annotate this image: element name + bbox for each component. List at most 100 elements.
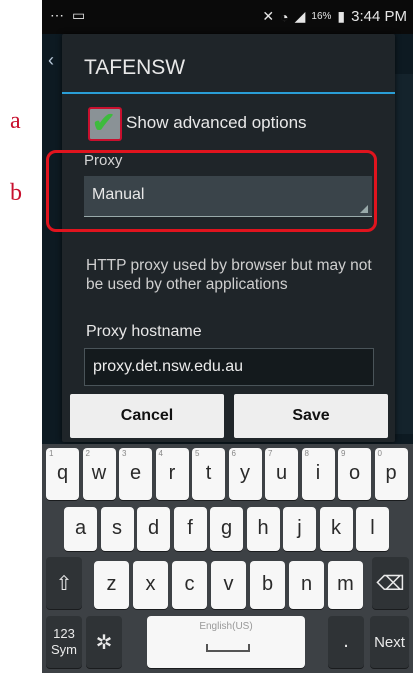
key-hint: 9: [341, 449, 346, 458]
symbols-key[interactable]: 123 Sym: [46, 616, 82, 668]
battery-percent: 16%: [311, 11, 332, 22]
key-label: z: [106, 573, 117, 595]
shift-arrow-icon: ⇧: [55, 573, 73, 595]
key-label: d: [147, 517, 160, 539]
proxy-label: Proxy: [84, 152, 123, 169]
key-d[interactable]: d: [137, 507, 170, 551]
key-v[interactable]: v: [211, 561, 246, 609]
wifi-settings-dialog: TAFENSW ✔ Show advanced options Proxy Ma…: [46, 34, 395, 442]
image-icon: ▭: [72, 7, 86, 23]
key-label: p: [385, 462, 397, 484]
proxy-hostname-value: proxy.det.nsw.edu.au: [93, 358, 244, 375]
key-label: k: [331, 517, 341, 539]
back-arrow-icon: ‹: [48, 50, 54, 70]
proxy-hostname-label: Proxy hostname: [86, 323, 202, 340]
proxy-dropdown[interactable]: Manual: [84, 176, 372, 217]
key-hint: 2: [85, 449, 90, 458]
key-label: g: [220, 517, 233, 539]
key-l[interactable]: l: [356, 507, 389, 551]
dots-icon: ⋯: [50, 7, 64, 23]
clock: 3:44 PM: [351, 8, 407, 25]
backspace-icon: ⌫: [376, 573, 405, 595]
key-hint: 0: [377, 449, 382, 458]
mute-icon: ✕: [262, 8, 275, 24]
key-g[interactable]: g: [210, 507, 243, 551]
show-advanced-label[interactable]: Show advanced options: [126, 113, 307, 133]
key-hint: 8: [304, 449, 309, 458]
key-hint: 7: [268, 449, 273, 458]
key-label: e: [129, 462, 142, 484]
key-u[interactable]: 7u: [265, 448, 298, 500]
space-key[interactable]: English(US): [147, 616, 305, 668]
shift-key[interactable]: ⇧: [46, 557, 82, 609]
next-key-label: Next: [374, 634, 405, 651]
period-key[interactable]: .: [328, 616, 364, 668]
proxy-dropdown-value: Manual: [92, 186, 145, 203]
proxy-hostname-input[interactable]: proxy.det.nsw.edu.au: [84, 348, 374, 386]
space-bar-icon: [206, 644, 250, 652]
soft-keyboard: 1q2w3e4r5t6y7u8i9o0p asdfghjkl zxcvbnm ⇧…: [42, 444, 413, 673]
key-label: u: [275, 462, 288, 484]
key-label: s: [112, 517, 122, 539]
symbols-key-label-2: Sym: [51, 642, 77, 657]
key-j[interactable]: j: [283, 507, 316, 551]
key-label: c: [184, 573, 195, 595]
key-p[interactable]: 0p: [374, 448, 408, 500]
backspace-key[interactable]: ⌫: [372, 557, 409, 609]
wifi-icon: ◔: [280, 8, 289, 25]
gear-icon: ✲: [95, 632, 113, 654]
key-f[interactable]: f: [173, 507, 207, 551]
status-bar: ⋯ ▭ ✕ ◔ ◢ 16% ▮ 3:44 PM: [42, 0, 413, 34]
key-y[interactable]: 6y: [228, 448, 262, 500]
key-label: o: [348, 462, 361, 484]
key-o[interactable]: 9o: [338, 448, 371, 500]
key-n[interactable]: n: [289, 561, 324, 609]
key-label: q: [56, 462, 69, 484]
key-r[interactable]: 4r: [155, 448, 189, 500]
settings-key[interactable]: ✲: [86, 616, 122, 668]
save-button[interactable]: Save: [234, 394, 388, 438]
key-w[interactable]: 2w: [82, 448, 116, 500]
title-divider: [62, 92, 395, 94]
key-hint: 5: [195, 449, 200, 458]
key-i[interactable]: 8i: [301, 448, 335, 500]
annotation-a: a: [10, 108, 21, 134]
show-advanced-checkbox[interactable]: ✔: [88, 107, 122, 141]
key-z[interactable]: z: [94, 561, 129, 609]
background-list-edge: [395, 74, 413, 434]
key-x[interactable]: x: [133, 561, 168, 609]
key-label: y: [240, 462, 250, 484]
key-m[interactable]: m: [328, 561, 363, 609]
key-label: b: [261, 573, 274, 595]
key-label: w: [91, 462, 107, 484]
key-label: v: [223, 573, 234, 595]
key-k[interactable]: k: [319, 507, 353, 551]
key-c[interactable]: c: [172, 561, 207, 609]
next-key[interactable]: Next: [370, 616, 409, 668]
key-hint: 4: [158, 449, 163, 458]
key-q[interactable]: 1q: [46, 448, 79, 500]
key-label: t: [205, 462, 212, 484]
cancel-button[interactable]: Cancel: [70, 394, 224, 438]
checkmark-icon: ✔: [92, 107, 116, 138]
key-a[interactable]: a: [64, 507, 97, 551]
key-hint: 1: [49, 449, 54, 458]
key-s[interactable]: s: [100, 507, 134, 551]
key-b[interactable]: b: [250, 561, 285, 609]
key-hint: 3: [122, 449, 127, 458]
key-label: j: [297, 517, 302, 539]
phone-screen: ⋯ ▭ ✕ ◔ ◢ 16% ▮ 3:44 PM ‹ TAFENSW ✔ Show…: [42, 0, 413, 673]
annotation-b: b: [10, 180, 22, 206]
key-hint: 6: [231, 449, 236, 458]
key-label: r: [168, 462, 176, 484]
battery-icon: ▮: [337, 8, 346, 24]
key-t[interactable]: 5t: [192, 448, 225, 500]
dropdown-caret-icon: [360, 205, 368, 213]
symbols-key-label-1: 123: [53, 626, 75, 641]
key-label: a: [74, 517, 87, 539]
key-label: n: [300, 573, 313, 595]
dialog-title: TAFENSW: [84, 56, 186, 79]
key-h[interactable]: h: [246, 507, 280, 551]
key-label: h: [257, 517, 269, 539]
key-e[interactable]: 3e: [119, 448, 152, 500]
